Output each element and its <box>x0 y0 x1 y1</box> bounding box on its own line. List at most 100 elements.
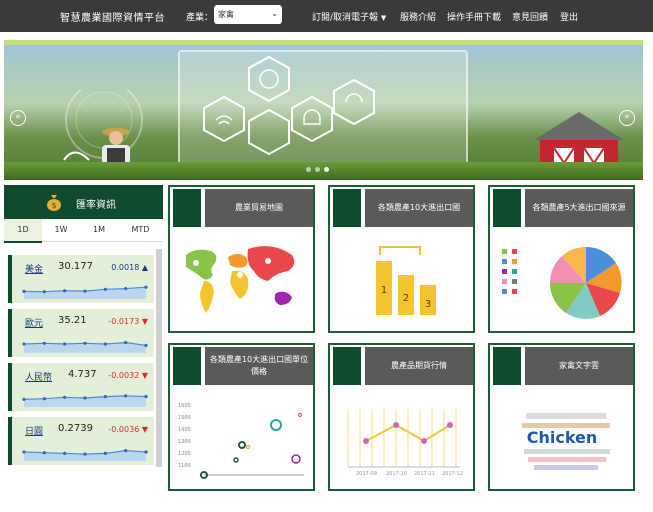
sparkline-point <box>42 341 46 345</box>
card-title: 各類農產5大進出口國來源 <box>525 189 633 227</box>
banner-prev-button[interactable]: « <box>10 110 26 126</box>
sparkline-point <box>144 450 148 454</box>
card-trade-map[interactable]: 農業貿易地圖 <box>168 185 315 333</box>
podium-label: 1 <box>381 285 387 296</box>
card-title: 各類農產10大進出口國 <box>365 189 473 227</box>
rate-change: -0.0032 ▼ <box>108 371 148 380</box>
rate-list: 美金 30.177 0.0018 ▲ 歐元 35.21 -0.0173 ▼ 人民… <box>8 255 154 465</box>
axis-tick: 2017-12 <box>442 471 463 477</box>
card-futures[interactable]: 農產品期貨行情 2017-09 2017-10 2017-11 2017-12 <box>328 343 475 491</box>
rate-list-scrollbar[interactable] <box>156 249 162 467</box>
card-unit-price[interactable]: 各類農產10大進出口國單位價格 1600 1500 1400 1300 1200… <box>168 343 315 491</box>
rate-value: 35.21 <box>58 315 87 326</box>
product-select-value: 家禽 <box>218 10 234 19</box>
sparkline-point <box>83 341 87 345</box>
word-cloud-keyword: Chicken <box>527 428 598 447</box>
period-tabs: 1D 1W 1M MTD <box>4 219 163 243</box>
currency-link[interactable]: 歐元 <box>25 316 43 329</box>
podium-icon: 1 2 3 <box>376 246 436 315</box>
card-title: 各類農產10大進出口國單位價格 <box>205 347 313 385</box>
axis-tick: 1300 <box>178 439 191 445</box>
sparkline-point <box>83 289 87 293</box>
sparkline-point <box>103 342 107 346</box>
tech-icons-cluster <box>203 55 375 156</box>
rate-change: -0.0036 ▼ <box>108 425 148 434</box>
sparkline-point <box>103 451 107 455</box>
scatter-chart-icon: 1600 1500 1400 1300 1200 1100 <box>178 403 304 479</box>
tab-mtd[interactable]: MTD <box>118 219 163 241</box>
sparkline-point <box>124 341 128 345</box>
sparkline-point <box>63 395 67 399</box>
tab-1d[interactable]: 1D <box>4 219 42 243</box>
tab-1w[interactable]: 1W <box>42 219 80 241</box>
product-label: 產業： <box>186 13 214 23</box>
chevron-down-icon: ⌄ <box>271 9 278 18</box>
rate-change: 0.0018 ▲ <box>111 263 148 272</box>
tab-1m[interactable]: 1M <box>80 219 118 241</box>
currency-link[interactable]: 人民幣 <box>25 370 52 383</box>
currency-link[interactable]: 日圓 <box>25 424 43 437</box>
rate-value: 0.2739 <box>58 423 93 434</box>
rate-sparkline <box>22 341 148 353</box>
card-top5-sources[interactable]: 各類農產5大進出口國來源 <box>488 185 635 333</box>
sparkline-point <box>83 452 87 456</box>
sparkline-point <box>42 451 46 455</box>
sparkline-point <box>22 289 26 293</box>
pie-chart-icon <box>502 246 622 319</box>
axis-tick: 2017-10 <box>386 471 407 477</box>
axis-tick: 1500 <box>178 415 191 421</box>
axis-tick: 2017-09 <box>356 471 377 477</box>
card-word-cloud[interactable]: 家禽文字雲 Chicken <box>488 343 635 491</box>
rate-sparkline <box>22 449 148 461</box>
carousel-indicators[interactable] <box>304 157 331 176</box>
product-select[interactable]: 家禽 ⌄ <box>214 5 282 24</box>
axis-tick: 2017-11 <box>414 471 435 477</box>
sparkline-point <box>103 287 107 291</box>
sparkline-point <box>124 449 128 453</box>
money-bag-icon: $ <box>47 195 61 211</box>
axis-tick: 1600 <box>178 403 191 409</box>
world-map-icon <box>186 246 295 313</box>
sparkline-point <box>144 285 148 289</box>
exchange-rate-title: 匯率資訊 <box>76 200 116 211</box>
word-cloud-icon: Chicken <box>522 413 610 470</box>
sparkline-point <box>144 343 148 347</box>
rate-item[interactable]: 日圓 0.2739 -0.0036 ▼ <box>8 417 154 465</box>
sparkline-point <box>83 396 87 400</box>
banner-next-button[interactable]: » <box>619 110 635 126</box>
sparkline-point <box>22 397 26 401</box>
card-title: 農業貿易地圖 <box>205 189 313 227</box>
svg-text:$: $ <box>51 201 56 210</box>
axis-tick: 1400 <box>178 427 191 433</box>
site-title[interactable]: 智慧農業國際資情平台 <box>60 9 165 24</box>
sparkline-point <box>63 342 67 346</box>
nav-newsletter[interactable]: 訂閱/取消電子報 ▼ <box>312 10 386 23</box>
hero-banner: « » <box>4 40 643 180</box>
sparkline-point <box>42 397 46 401</box>
axis-tick: 1100 <box>178 463 191 469</box>
axis-tick: 1200 <box>178 451 191 457</box>
nav-manual-download[interactable]: 操作手冊下載 <box>447 10 501 23</box>
card-title: 農產品期貨行情 <box>365 347 473 385</box>
caret-down-icon: ▼ <box>380 14 387 22</box>
rate-item[interactable]: 美金 30.177 0.0018 ▲ <box>8 255 154 303</box>
rate-sparkline <box>22 394 148 407</box>
currency-link[interactable]: 美金 <box>25 262 43 275</box>
card-top10-trade[interactable]: 各類農產10大進出口國 1 2 3 <box>328 185 475 333</box>
card-title: 家禽文字雲 <box>525 347 633 385</box>
sparkline-point <box>63 451 67 455</box>
nav-service-intro[interactable]: 服務介紹 <box>400 10 436 23</box>
rate-change: -0.0173 ▼ <box>108 317 148 326</box>
rate-item[interactable]: 人民幣 4.737 -0.0032 ▼ <box>8 363 154 411</box>
line-chart-icon: 2017-09 2017-10 2017-11 2017-12 <box>347 409 463 477</box>
nav-feedback[interactable]: 意見回饋 <box>512 10 548 23</box>
sparkline-point <box>103 395 107 399</box>
sparkline-point <box>144 395 148 399</box>
podium-label: 3 <box>425 299 431 310</box>
rate-value: 4.737 <box>68 369 97 380</box>
rate-item[interactable]: 歐元 35.21 -0.0173 ▼ <box>8 309 154 357</box>
top-navbar: 智慧農業國際資情平台 產業： 家禽 ⌄ 訂閱/取消電子報 ▼ 服務介紹 操作手冊… <box>0 0 653 32</box>
rate-sparkline <box>22 285 148 299</box>
nav-logout[interactable]: 登出 <box>560 10 578 23</box>
exchange-rate-header: $ 匯率資訊 <box>4 185 163 219</box>
